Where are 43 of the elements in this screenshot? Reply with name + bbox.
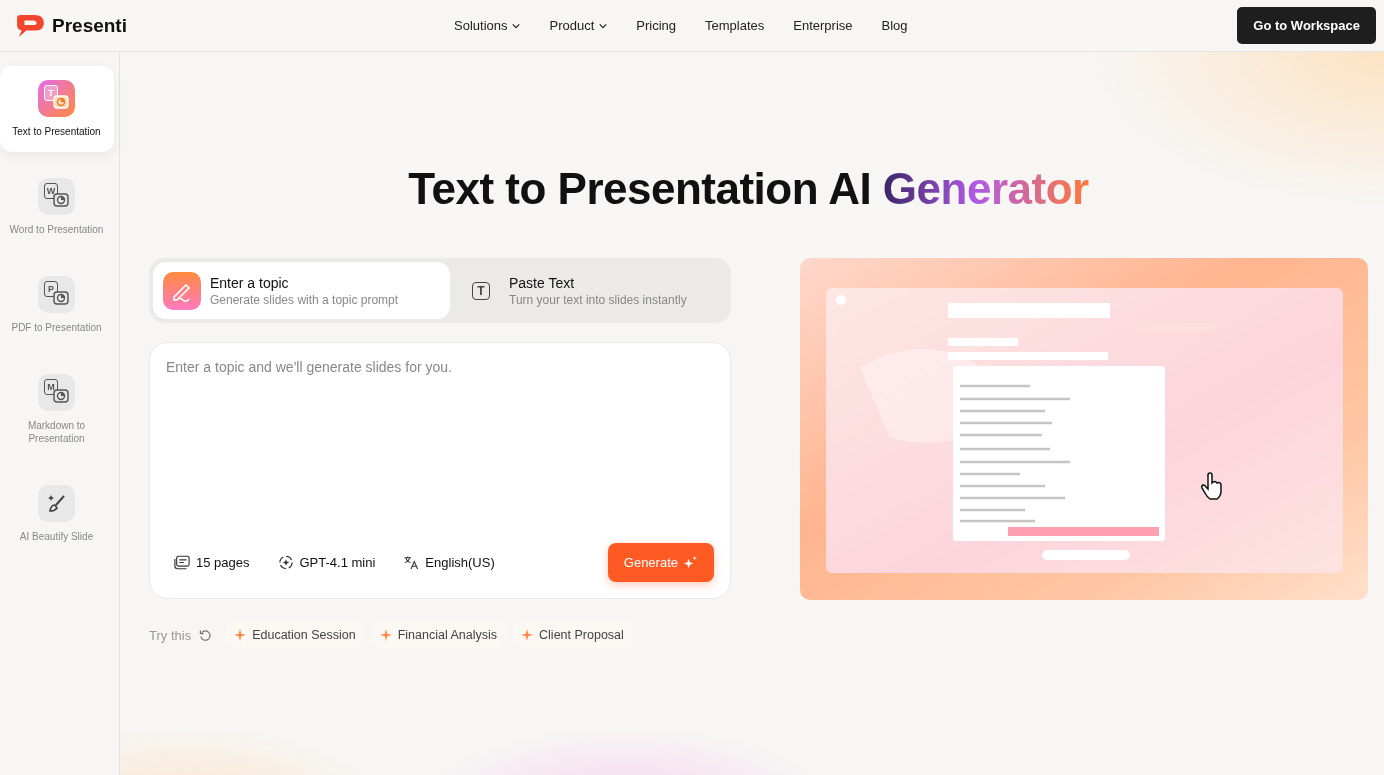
try-this-label: Try this [149, 627, 192, 643]
nav-link[interactable]: Product [549, 18, 608, 33]
option-selector[interactable]: 15 pages [174, 555, 250, 570]
pages-icon [174, 555, 190, 570]
sparkle-icon [683, 555, 698, 570]
sidebar-item[interactable]: T Text to Presentation [0, 66, 114, 152]
mode-tab[interactable]: T Paste Text Turn your text into slides instantly [450, 262, 727, 319]
brand-name[interactable]: Presenti [52, 14, 127, 37]
suggestion-chip[interactable]: Client Proposal [513, 622, 632, 648]
refresh-icon[interactable] [199, 628, 213, 642]
sparkle-circle-icon [277, 555, 294, 570]
option-selector[interactable]: GPT-4.1 mini [277, 555, 376, 570]
sparkle-icon [521, 629, 534, 641]
convert-icon: W [38, 178, 75, 215]
prompt-field[interactable]: Enter a topic and we'll generate slides for you. 15 pages GPT-4.1 mini English(US) Generate [149, 342, 731, 599]
workspace-button[interactable]: Go to Workspace [1237, 7, 1376, 44]
text-icon: T [472, 281, 490, 300]
suggestion-chip[interactable]: Financial Analysis [371, 622, 506, 648]
translate-icon [403, 555, 420, 570]
sidebar-item[interactable]: W Word to Presentation [0, 164, 114, 250]
brush-icon [38, 485, 75, 522]
tab-title: Paste Text [509, 274, 576, 291]
convert-icon: P [38, 276, 75, 313]
nav-link[interactable]: Solutions [454, 18, 521, 33]
convert-icon: T [38, 80, 75, 117]
tab-subtitle: Turn your text into slides instantly [509, 292, 687, 307]
tab-subtitle: Generate slides with a topic prompt [210, 292, 399, 307]
nav-link[interactable]: Enterprise [793, 18, 853, 33]
sparkle-icon [234, 629, 247, 641]
nav-link[interactable]: Pricing [636, 18, 677, 33]
mode-tab[interactable]: Enter a topic Generate slides with a topic prompt [153, 262, 450, 319]
sidebar-item[interactable]: M Markdown to Presentation [0, 360, 114, 459]
nav-link[interactable]: Templates [705, 18, 765, 33]
sparkle-icon [379, 629, 392, 641]
convert-icon: M [38, 374, 75, 411]
suggestion-chip[interactable]: Education Session [226, 622, 364, 648]
option-selector[interactable]: English(US) [403, 555, 495, 570]
page-title: Text to Presentation AI Generator [407, 164, 1090, 214]
tab-title: Enter a topic [210, 274, 290, 291]
sidebar-item[interactable]: P PDF to Presentation [0, 262, 114, 348]
nav-link[interactable]: Blog [881, 18, 908, 33]
pen-icon [163, 271, 201, 310]
logo-icon [14, 13, 46, 38]
